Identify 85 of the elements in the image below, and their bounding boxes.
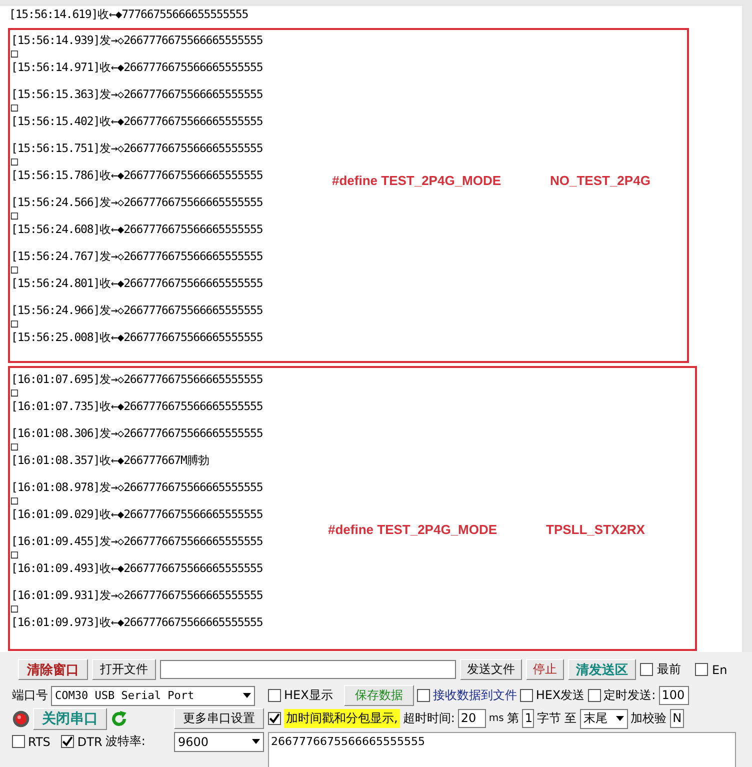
log-line: □ [11, 601, 18, 615]
log-line: [15:56:24.767]发→◇2667776675566665555555 [11, 248, 263, 262]
log-line: [15:56:15.751]发→◇2667776675566665555555 [11, 140, 263, 154]
annotation-text: NO_TEST_2P4G [550, 172, 650, 188]
receive-to-file-checkbox[interactable] [416, 689, 430, 702]
log-line: [15:56:24.966]发→◇2667776675566665555555 [11, 302, 263, 316]
timeout-label: 超时时间: [402, 710, 455, 727]
log-line: □ [11, 493, 18, 507]
file-path-field[interactable] [160, 660, 456, 679]
stop-button[interactable]: 停止 [526, 659, 564, 680]
log-line: [16:01:08.978]发→◇2667776675566665555555 [11, 480, 263, 494]
checkbox-label: 加时间戳和分包显示, [284, 709, 400, 728]
checkbox-label: 最前 [657, 661, 681, 678]
checkbox-label: HEX发送 [536, 687, 585, 704]
log-line: [16:01:09.931]发→◇2667776675566665555555 [11, 588, 263, 602]
log-line: □ [11, 100, 18, 114]
hex-send-checkbox[interactable] [520, 689, 533, 702]
log-line: [15:56:14.619]收←◆77766755666655555555 [9, 7, 248, 21]
open-file-button[interactable]: 打开文件 [92, 659, 156, 680]
clear-send-button[interactable]: 清发送区 [568, 659, 636, 680]
log-line: [15:56:15.402]收←◆2667776675566665555555 [11, 114, 263, 128]
rts-checkbox[interactable] [12, 735, 25, 748]
timed-send-checkbox[interactable] [588, 689, 601, 702]
interval-field[interactable]: 100 [658, 686, 689, 705]
log-line: [15:56:15.363]发→◇2667776675566665555555 [11, 86, 263, 100]
annotation-text: TPSLL_STX2RX [546, 522, 645, 536]
log-line: □ [11, 547, 18, 561]
log-line: [15:56:25.008]收←◆2667776675566665555555 [11, 330, 263, 344]
save-data-button[interactable]: 保存数据 [344, 685, 414, 706]
from-label: 第 [506, 710, 519, 727]
log-line: [15:56:14.971]收←◆2667776675566665555555 [11, 60, 263, 74]
log-line: [16:01:09.455]发→◇2667776675566665555555 [11, 534, 263, 548]
log-line: [16:01:08.357]收←◆266777667M膊勃 [11, 452, 210, 466]
checkbox-label: RTS [28, 734, 50, 748]
log-line: [16:01:09.493]收←◆2667776675566665555555 [11, 560, 263, 574]
log-line: □ [11, 385, 18, 399]
log-line: □ [11, 439, 18, 453]
baud-select[interactable]: 9600 [174, 732, 264, 752]
topmost-checkbox[interactable] [640, 663, 653, 676]
refresh-icon[interactable] [110, 710, 128, 728]
clear-window-button[interactable]: 清除窗口 [18, 659, 88, 680]
from-byte-field[interactable]: 1 [522, 709, 534, 728]
log-line: [16:01:09.029]收←◆2667776675566665555555 [11, 506, 263, 520]
log-line: [16:01:07.695]发→◇2667776675566665555555 [11, 372, 263, 386]
checksum-label: 加校验 [630, 710, 667, 727]
checkbox-label: DTR [77, 734, 102, 748]
log-line: [15:56:24.566]发→◇2667776675566665555555 [11, 194, 263, 208]
log-line: □ [11, 46, 18, 60]
checkbox-label: En [712, 662, 728, 676]
log-line: [15:56:15.786]收←◆2667776675566665555555 [11, 168, 263, 182]
baud-label: 波特率: [105, 733, 146, 750]
to-label: 字节 至 [536, 710, 577, 727]
english-checkbox[interactable] [695, 663, 708, 676]
timeout-field[interactable]: 20 [458, 709, 486, 728]
hex-display-checkbox[interactable] [268, 689, 281, 702]
close-port-button[interactable]: 关闭串口 [33, 708, 107, 730]
timestamp-checkbox[interactable] [268, 712, 281, 725]
log-line: [15:56:14.939]发→◇2667776675566665555555 [11, 32, 263, 46]
log-line: □ [11, 154, 18, 168]
checksum-select[interactable]: N [670, 709, 684, 728]
log-line: □ [11, 208, 18, 222]
unit-label: ms [488, 713, 504, 724]
port-label: 端口号 [12, 687, 48, 704]
send-file-button[interactable]: 发送文件 [460, 659, 522, 680]
log-line: □ [11, 316, 18, 330]
log-line: [16:01:09.973]收←◆2667776675566665555555 [11, 614, 263, 628]
annotation-text: #define TEST_2P4G_MODE [328, 522, 498, 536]
indicator-light-icon [12, 710, 30, 728]
log-line: [16:01:07.735]收←◆2667776675566665555555 [11, 398, 263, 412]
log-line: [15:56:24.801]收←◆2667776675566665555555 [11, 276, 263, 290]
log-line: [16:01:08.306]发→◇2667776675566665555555 [11, 426, 263, 440]
port-select[interactable]: COM30 USB Serial Port [51, 686, 255, 706]
end-select[interactable]: 末尾 [580, 708, 628, 728]
log-line: □ [11, 262, 18, 276]
more-settings-button[interactable]: 更多串口设置 [174, 708, 264, 729]
caret-icon [616, 716, 624, 721]
checkbox-label: HEX显示 [284, 687, 333, 704]
checkbox-label: 定时发送: [604, 687, 656, 704]
dtr-checkbox[interactable] [61, 735, 74, 748]
log-line: [15:56:24.608]收←◆2667776675566665555555 [11, 222, 263, 236]
caret-icon [243, 693, 251, 698]
send-text-area[interactable]: 2667776675566665555555 [268, 732, 736, 767]
caret-icon [252, 739, 260, 744]
annotation-text: #define TEST_2P4G_MODE [332, 172, 502, 188]
checkbox-label: 接收数据到文件 [432, 687, 517, 704]
